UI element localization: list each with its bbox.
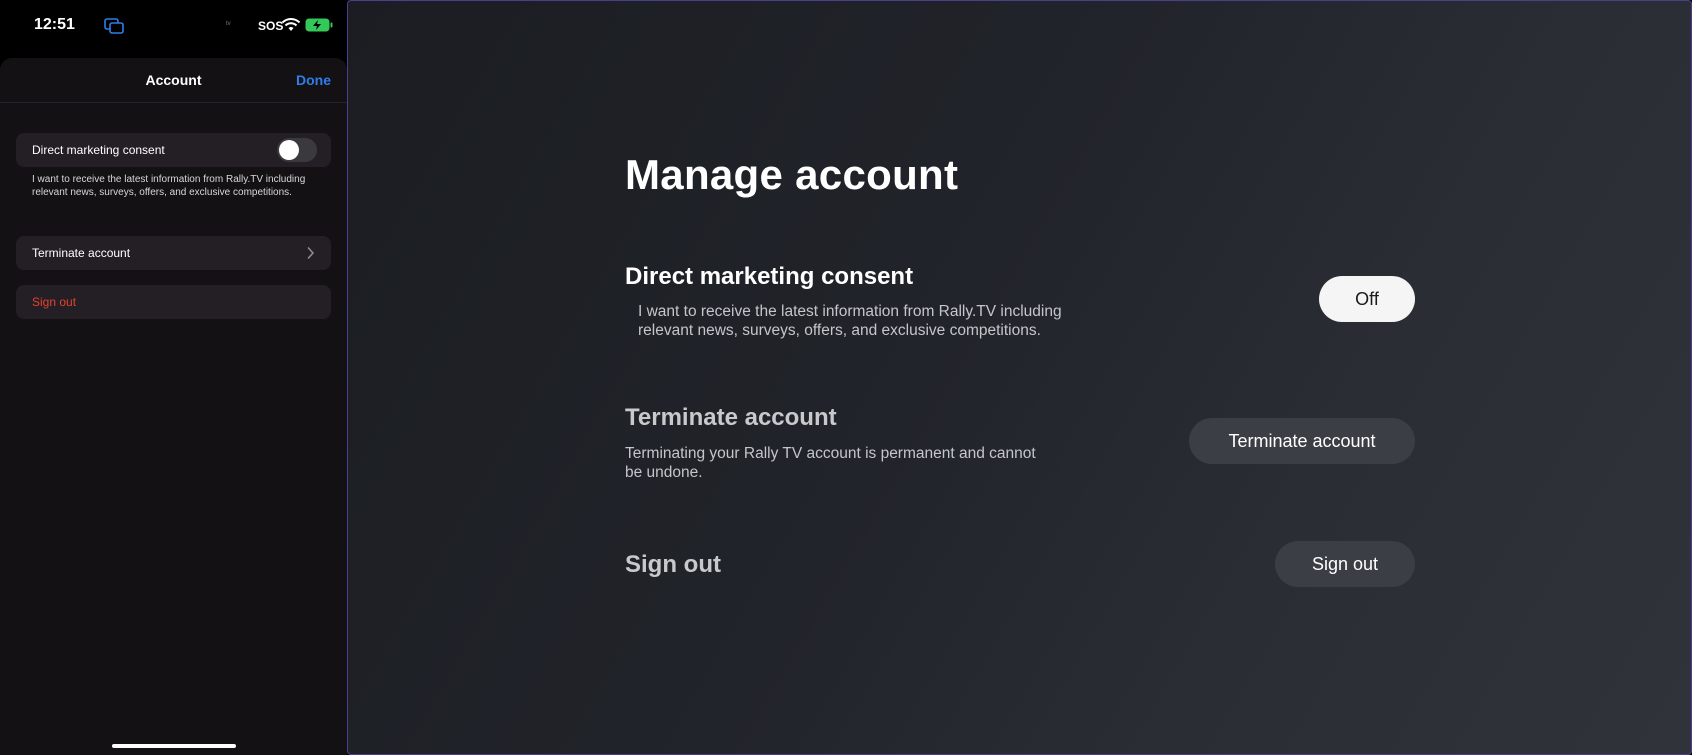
status-time: 12:51 [34,16,75,33]
sheet-header: Account Done [0,58,347,103]
terminate-account-row[interactable]: Terminate account [16,236,331,270]
terminate-account-button[interactable]: Terminate account [1189,418,1415,464]
page-title: Manage account [625,151,959,198]
appletv-icon: tv [226,21,231,27]
toggle-knob [279,140,299,160]
sign-out-row[interactable]: Sign out [16,285,331,319]
sheet-title: Account [145,72,202,88]
sign-out-label: Sign out [32,295,77,309]
tv-manage-account-screen: Manage account Direct marketing consent … [347,0,1692,755]
done-button[interactable]: Done [296,72,331,88]
consent-section-title: Direct marketing consent [625,263,914,290]
sos-indicator: SOS [258,19,284,33]
status-bar: 12:51 tv SOS [0,0,347,52]
consent-off-button[interactable]: Off [1319,276,1415,322]
wifi-icon [281,18,301,31]
terminate-section-title: Terminate account [625,404,837,431]
battery-charging-icon [305,18,333,32]
account-sheet: Account Done Direct marketing consent I … [0,58,347,755]
chevron-right-icon [307,247,314,259]
home-indicator[interactable] [112,744,236,748]
consent-toggle[interactable] [277,138,317,162]
terminate-section-description: Terminating your Rally TV account is per… [625,445,1036,481]
terminate-account-label: Terminate account [32,246,131,260]
consent-cell: Direct marketing consent [16,133,331,167]
consent-label: Direct marketing consent [32,143,165,157]
sign-out-button[interactable]: Sign out [1275,541,1415,587]
consent-section-description: I want to receive the latest information… [638,303,1062,339]
consent-footnote: I want to receive the latest information… [32,174,306,198]
screen-mirroring-icon [104,18,124,34]
signout-section-title: Sign out [625,551,721,578]
phone-panel: 12:51 tv SOS Account Done Direct marketi… [0,0,347,755]
